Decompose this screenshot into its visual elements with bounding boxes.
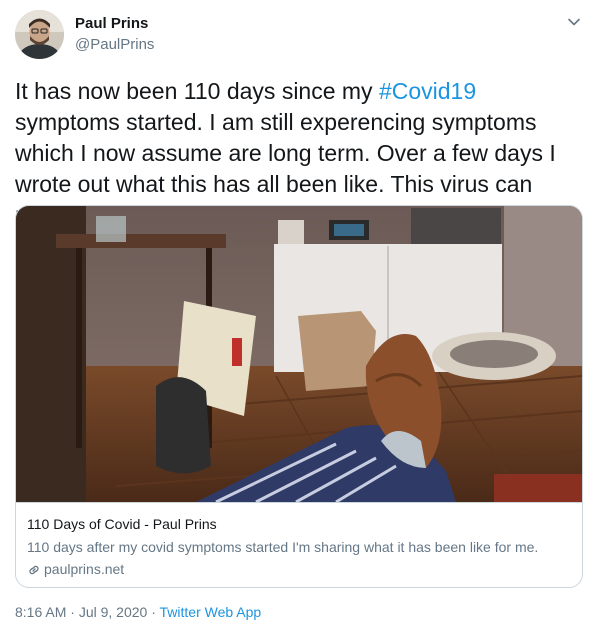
meta-separator: · (66, 604, 79, 620)
tweet-date[interactable]: Jul 9, 2020 (79, 604, 148, 620)
avatar[interactable] (15, 10, 64, 59)
tweet-source[interactable]: Twitter Web App (160, 604, 262, 620)
link-card[interactable]: 110 Days of Covid - Paul Prins 110 days … (15, 205, 583, 588)
card-description: 110 days after my covid symptoms started… (27, 539, 539, 555)
author-handle[interactable]: @PaulPrins (75, 36, 154, 53)
author-name[interactable]: Paul Prins (75, 15, 148, 32)
card-divider (16, 502, 582, 503)
tweet-time[interactable]: 8:16 AM (15, 604, 66, 620)
tweet-meta: 8:16 AM · Jul 9, 2020 · Twitter Web App (15, 604, 261, 620)
hashtag-link[interactable]: #Covid19 (379, 78, 476, 104)
card-image (16, 206, 582, 504)
card-title[interactable]: 110 Days of Covid - Paul Prins (27, 516, 217, 532)
caret-down-icon[interactable] (564, 12, 584, 32)
card-domain[interactable]: paulprins.net (44, 561, 124, 577)
tweet-text-start: It has now been 110 days since my (15, 78, 379, 104)
link-icon (27, 563, 41, 577)
meta-separator: · (147, 604, 160, 620)
avatar-image (15, 10, 64, 59)
tweet: Paul Prins @PaulPrins It has now been 11… (0, 0, 598, 635)
